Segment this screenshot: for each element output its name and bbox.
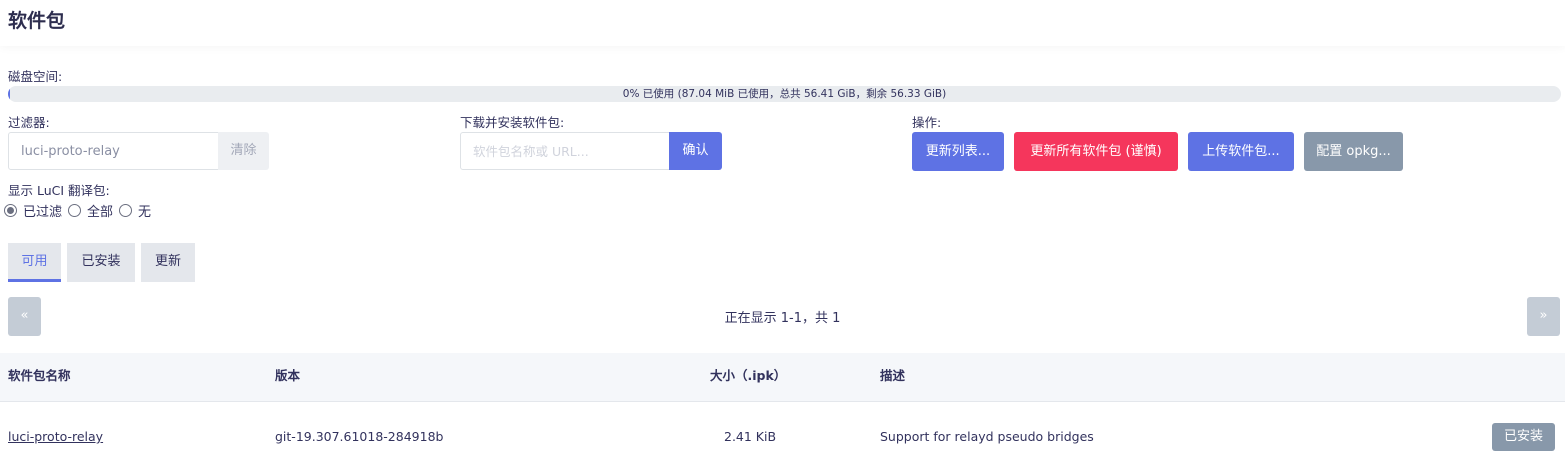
column-header-name: 软件包名称 xyxy=(8,368,71,383)
disk-usage-bar: 0% 已使用 (87.04 MiB 已使用，总共 56.41 GiB，剩余 56… xyxy=(8,86,1561,102)
package-size-cell: 2.41 KiB xyxy=(724,429,777,444)
tab-installed[interactable]: 已安装 xyxy=(67,243,135,282)
package-version-cell: git-19.307.61018-284918b xyxy=(275,429,444,444)
radio-all-label: 全部 xyxy=(87,204,114,220)
package-description-cell: Support for relayd pseudo bridges xyxy=(880,429,1094,444)
radio-all-circle[interactable] xyxy=(68,203,82,217)
translations-radio-group: 已过滤 全部 无 xyxy=(4,201,157,220)
radio-none-label: 无 xyxy=(138,204,152,220)
column-header-size: 大小（.ipk） xyxy=(710,368,787,383)
tab-available[interactable]: 可用 xyxy=(8,243,61,282)
radio-none[interactable]: 无 xyxy=(119,201,151,220)
package-name-link[interactable]: luci-proto-relay xyxy=(8,429,103,444)
page-title: 软件包 xyxy=(8,10,66,32)
download-install-label: 下载并安装软件包: xyxy=(460,115,565,130)
page-header: 软件包 xyxy=(0,0,1565,46)
pager-status: 正在显示 1-1，共 1 xyxy=(724,311,841,326)
upgrade-all-button[interactable]: 更新所有软件包 (谨慎) xyxy=(1014,132,1178,171)
disk-usage-text: 0% 已使用 (87.04 MiB 已使用，总共 56.41 GiB，剩余 56… xyxy=(622,88,947,100)
tab-updates[interactable]: 更新 xyxy=(141,243,195,282)
column-header-version: 版本 xyxy=(275,368,301,383)
actions-label: 操作: xyxy=(912,115,942,130)
filter-input[interactable] xyxy=(8,132,219,170)
radio-all[interactable]: 全部 xyxy=(68,201,113,220)
upload-package-button[interactable]: 上传软件包... xyxy=(1188,132,1294,171)
table-header: 软件包名称 版本 大小（.ipk） 描述 xyxy=(0,353,1565,402)
radio-filtered[interactable]: 已过滤 xyxy=(4,201,62,220)
configure-opkg-button[interactable]: 配置 opkg... xyxy=(1304,132,1403,171)
translations-label: 显示 LuCI 翻译包: xyxy=(8,183,110,198)
next-page-button[interactable]: » xyxy=(1527,297,1560,336)
package-url-input[interactable] xyxy=(460,132,670,170)
radio-none-circle[interactable] xyxy=(119,203,133,217)
table-row: luci-proto-relay git-19.307.61018-284918… xyxy=(0,403,1565,470)
confirm-install-button[interactable]: 确认 xyxy=(669,132,722,170)
update-lists-button[interactable]: 更新列表... xyxy=(912,132,1004,171)
package-name-cell: luci-proto-relay xyxy=(8,403,103,470)
radio-filtered-circle[interactable] xyxy=(4,203,17,217)
disk-space-label: 磁盘空间: xyxy=(8,69,63,84)
filter-label: 过滤器: xyxy=(8,115,50,130)
clear-filter-button[interactable]: 清除 xyxy=(218,132,269,170)
radio-filtered-label: 已过滤 xyxy=(23,204,63,220)
installed-status-button[interactable]: 已安装 xyxy=(1492,423,1555,451)
column-header-description: 描述 xyxy=(880,368,906,383)
